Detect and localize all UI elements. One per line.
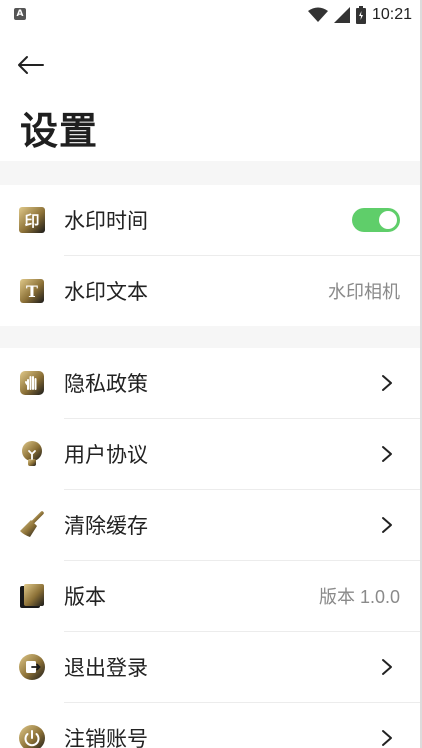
setting-label: 隐私政策 (64, 372, 148, 396)
hand-icon (18, 369, 46, 397)
chevron-right-icon (382, 659, 392, 675)
setting-watermark-text[interactable]: T 水印文本 水印相机 (0, 256, 422, 326)
setting-privacy-policy[interactable]: 隐私政策 (0, 348, 422, 418)
exit-icon (18, 653, 46, 681)
signal-icon (333, 7, 350, 23)
version-value: 版本 1.0.0 (318, 587, 400, 607)
arrow-left-icon (18, 56, 44, 74)
chevron-right-icon (382, 446, 392, 462)
seal-icon: 印 (18, 206, 46, 234)
setting-label: 水印文本 (64, 280, 148, 304)
setting-label: 清除缓存 (64, 514, 148, 538)
setting-label: 注销账号 (64, 727, 148, 748)
book-icon (18, 582, 46, 610)
page-title: 设置 (20, 109, 99, 153)
notification-icon: A (14, 8, 26, 20)
setting-clear-cache[interactable]: 清除缓存 (0, 490, 422, 560)
back-button[interactable] (12, 50, 48, 80)
power-icon (18, 724, 46, 748)
svg-text:T: T (26, 282, 38, 301)
toggle-knob (379, 211, 397, 229)
setting-label: 退出登录 (64, 656, 148, 680)
chevron-right-icon (382, 375, 392, 391)
watermark-time-toggle[interactable] (352, 208, 400, 232)
status-bar: A 10:21 (0, 0, 422, 30)
status-icons: 10:21 (307, 4, 412, 26)
setting-version[interactable]: 版本 版本 1.0.0 (0, 561, 422, 631)
chevron-right-icon (382, 517, 392, 533)
setting-label: 版本 (64, 585, 106, 609)
setting-label: 用户协议 (64, 443, 148, 467)
battery-icon (355, 6, 366, 24)
section-gap (0, 326, 422, 348)
watermark-text-value: 水印相机 (328, 282, 400, 302)
status-time: 10:21 (371, 6, 412, 23)
bulb-icon (18, 440, 46, 468)
chevron-right-icon (382, 730, 392, 746)
setting-logout[interactable]: 退出登录 (0, 632, 422, 702)
text-t-icon: T (18, 277, 46, 305)
setting-delete-account[interactable]: 注销账号 (0, 703, 422, 748)
setting-label: 水印时间 (64, 209, 148, 233)
setting-user-agreement[interactable]: 用户协议 (0, 419, 422, 489)
broom-icon (18, 511, 46, 539)
wifi-icon (307, 7, 328, 22)
section-gap (0, 161, 422, 185)
setting-watermark-time[interactable]: 印 水印时间 (0, 185, 422, 255)
svg-text:印: 印 (24, 212, 39, 230)
